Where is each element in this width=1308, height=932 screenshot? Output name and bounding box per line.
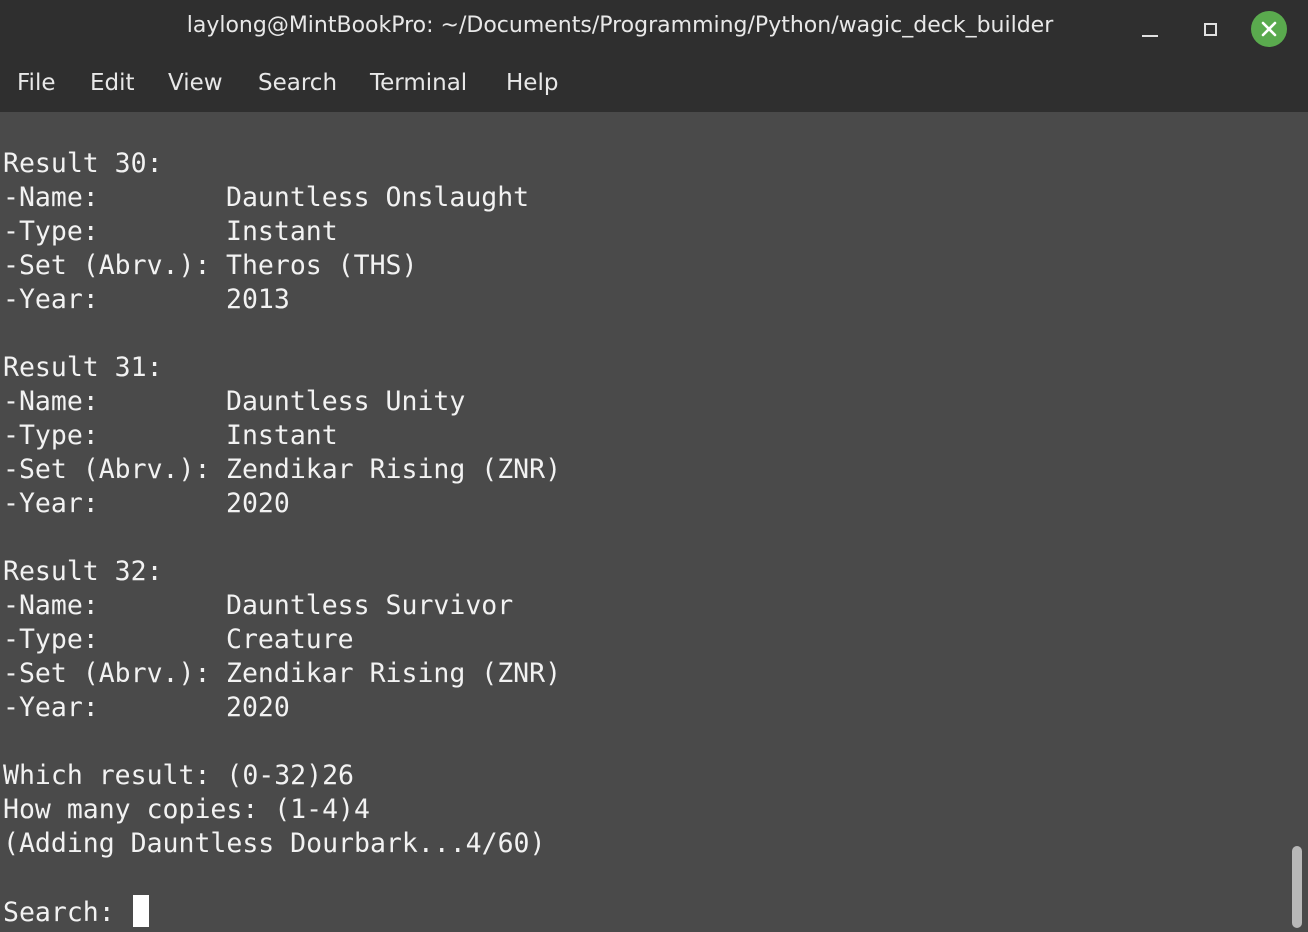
result-header: Result 31: — [3, 352, 163, 383]
card-set: Theros (THS) — [226, 250, 418, 281]
card-name: Dauntless Onslaught — [226, 182, 530, 213]
set-label: -Set (Abrv.): — [3, 454, 211, 485]
result-year-row: -Year: 2020 — [3, 691, 290, 725]
window-title: laylong@MintBookPro: ~/Documents/Program… — [186, 13, 1054, 38]
type-label: -Type: — [3, 624, 99, 655]
search-prompt: Search: — [3, 897, 131, 928]
menu-bar: File Edit View Search Terminal Help — [0, 58, 1308, 112]
type-label: -Type: — [3, 420, 99, 451]
adding-status: (Adding Dauntless Dourbark...4/60) — [3, 828, 546, 859]
name-label: -Name: — [3, 182, 99, 213]
terminal-window: laylong@MintBookPro: ~/Documents/Program… — [0, 0, 1308, 932]
close-button[interactable] — [1251, 11, 1287, 47]
card-name: Dauntless Unity — [226, 386, 466, 417]
terminal-output[interactable]: Result 30: -Name: Dauntless Onslaught -Ty… — [0, 112, 1290, 932]
result-set-row: -Set (Abrv.): Zendikar Rising (ZNR) — [3, 453, 561, 487]
card-name: Dauntless Survivor — [226, 590, 514, 621]
scrollbar-thumb[interactable] — [1292, 846, 1302, 928]
card-type: Instant — [226, 216, 338, 247]
card-set: Zendikar Rising (ZNR) — [226, 658, 562, 689]
which-result-prompt: Which result: (0-32)26 — [3, 760, 354, 791]
maximize-button[interactable] — [1192, 11, 1228, 47]
result-header: Result 32: — [3, 556, 163, 587]
name-label: -Name: — [3, 386, 99, 417]
result-header: Result 30: — [3, 148, 163, 179]
menu-search[interactable]: Search — [258, 70, 337, 96]
card-year: 2020 — [226, 488, 290, 519]
text-cursor — [132, 895, 149, 927]
search-prompt-line[interactable]: Search: — [3, 895, 149, 929]
result-name-row: -Name: Dauntless Onslaught — [3, 181, 529, 215]
menu-view[interactable]: View — [168, 70, 223, 96]
result-type-row: -Type: Instant — [3, 215, 338, 249]
menu-help[interactable]: Help — [506, 70, 558, 96]
result-name-row: -Name: Dauntless Survivor — [3, 589, 513, 623]
scrollbar[interactable] — [1290, 112, 1308, 932]
result-set-row: -Set (Abrv.): Zendikar Rising (ZNR) — [3, 657, 561, 691]
set-label: -Set (Abrv.): — [3, 250, 211, 281]
copies-prompt: How many copies: (1-4)4 — [3, 794, 370, 825]
card-year: 2020 — [226, 692, 290, 723]
maximize-icon — [1203, 22, 1217, 36]
menu-edit[interactable]: Edit — [90, 70, 135, 96]
minimize-icon — [1142, 35, 1158, 37]
result-set-row: -Set (Abrv.): Theros (THS) — [3, 249, 417, 283]
type-label: -Type: — [3, 216, 99, 247]
result-name-row: -Name: Dauntless Unity — [3, 385, 465, 419]
menu-file[interactable]: File — [17, 70, 56, 96]
card-set: Zendikar Rising (ZNR) — [226, 454, 562, 485]
year-label: -Year: — [3, 692, 99, 723]
year-label: -Year: — [3, 488, 99, 519]
result-type-row: -Type: Creature — [3, 623, 354, 657]
result-year-row: -Year: 2013 — [3, 283, 290, 317]
name-label: -Name: — [3, 590, 99, 621]
title-bar[interactable]: laylong@MintBookPro: ~/Documents/Program… — [0, 0, 1308, 58]
result-type-row: -Type: Instant — [3, 419, 338, 453]
card-type: Creature — [226, 624, 354, 655]
menu-terminal[interactable]: Terminal — [370, 70, 467, 96]
minimize-button[interactable] — [1132, 11, 1168, 47]
card-type: Instant — [226, 420, 338, 451]
close-icon — [1251, 11, 1287, 47]
result-year-row: -Year: 2020 — [3, 487, 290, 521]
year-label: -Year: — [3, 284, 99, 315]
card-year: 2013 — [226, 284, 290, 315]
set-label: -Set (Abrv.): — [3, 658, 211, 689]
